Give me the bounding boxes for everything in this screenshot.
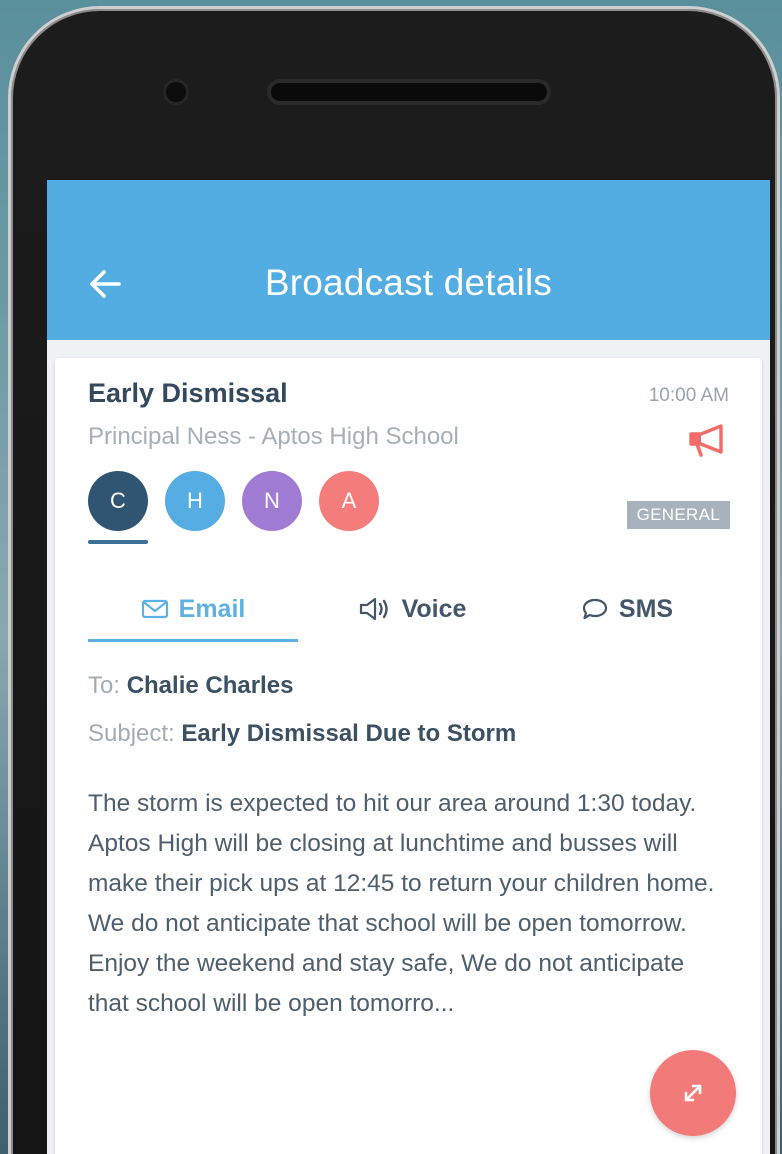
tab-email-label: Email bbox=[178, 594, 246, 623]
broadcast-title: Early Dismissal bbox=[88, 378, 288, 408]
app-screen: Broadcast details Early Dismissal 10:00 … bbox=[47, 180, 770, 1154]
to-value: Chalie Charles bbox=[126, 672, 294, 699]
recipient-avatars: C H N A bbox=[88, 471, 396, 544]
envelope-icon bbox=[141, 599, 168, 619]
front-camera bbox=[163, 79, 189, 105]
megaphone-icon bbox=[687, 423, 731, 457]
tab-sms-label: SMS bbox=[618, 594, 674, 623]
broadcast-time: 10:00 AM bbox=[648, 385, 729, 406]
chat-bubble-icon bbox=[582, 598, 608, 620]
to-row: To: Chalie Charles bbox=[88, 672, 293, 700]
expand-icon bbox=[684, 1084, 702, 1102]
avatar-recipient-h[interactable]: H bbox=[165, 471, 225, 531]
tab-email[interactable]: Email bbox=[88, 580, 298, 642]
avatar-recipient-a[interactable]: A bbox=[319, 471, 379, 531]
channel-tabs: Email Voice SMS bbox=[88, 580, 728, 642]
broadcast-sender: Principal Ness - Aptos High School bbox=[88, 423, 459, 450]
to-label: To: bbox=[88, 672, 121, 699]
subject-label: Subject: bbox=[88, 720, 175, 747]
broadcast-card: Early Dismissal 10:00 AM Principal Ness … bbox=[55, 358, 762, 1154]
tab-voice-label: Voice bbox=[401, 594, 467, 623]
subject-row: Subject: Early Dismissal Due to Storm bbox=[88, 720, 516, 748]
earpiece-speaker bbox=[267, 79, 551, 105]
category-badge: GENERAL bbox=[626, 501, 730, 529]
page-title: Broadcast details bbox=[264, 262, 553, 303]
avatar-recipient-c[interactable]: C bbox=[88, 471, 148, 544]
app-bar: Broadcast details bbox=[47, 180, 770, 340]
avatar-initial: H bbox=[187, 488, 203, 513]
phone-frame: Broadcast details Early Dismissal 10:00 … bbox=[8, 6, 780, 1154]
tab-sms[interactable]: SMS bbox=[526, 580, 728, 638]
avatar-recipient-n[interactable]: N bbox=[242, 471, 302, 531]
expand-button[interactable] bbox=[650, 1050, 736, 1136]
avatar-initial: A bbox=[341, 488, 357, 513]
avatar-initial: C bbox=[110, 488, 126, 513]
subject-value: Early Dismissal Due to Storm bbox=[181, 720, 517, 747]
message-body: The storm is expected to hit our area ar… bbox=[88, 790, 715, 1017]
tab-voice[interactable]: Voice bbox=[298, 580, 526, 638]
avatar-initial: N bbox=[264, 488, 280, 513]
speaker-icon bbox=[359, 597, 388, 621]
